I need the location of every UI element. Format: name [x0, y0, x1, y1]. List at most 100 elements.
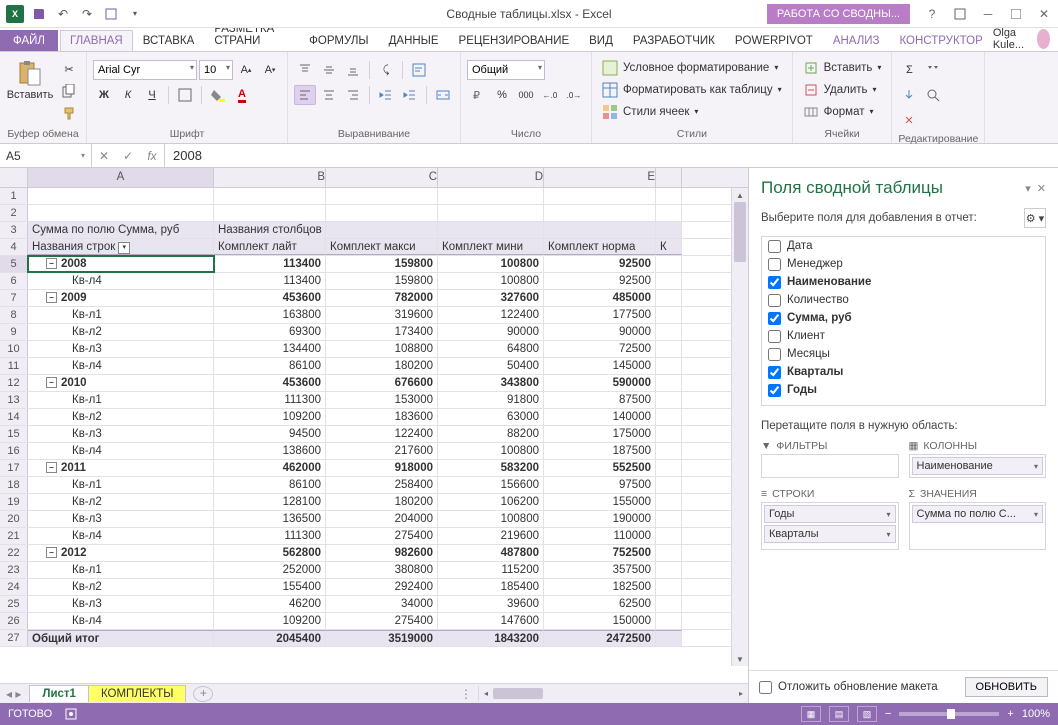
cell[interactable]: Кв-л1 [28, 392, 214, 408]
cell[interactable] [656, 341, 682, 357]
align-left-icon[interactable] [294, 85, 316, 105]
cell[interactable]: 100800 [438, 443, 544, 459]
cell[interactable] [656, 392, 682, 408]
cell[interactable]: К [656, 239, 682, 255]
redo-icon[interactable]: ↷ [78, 5, 96, 23]
sheet-tab-list1[interactable]: Лист1 [29, 685, 89, 702]
col-header-F[interactable] [656, 168, 682, 187]
cell[interactable]: 180200 [326, 358, 438, 374]
cell[interactable]: −2010 [28, 375, 214, 391]
field-item[interactable]: Наименование [762, 273, 1045, 291]
tab-file[interactable]: ФАЙЛ [0, 30, 58, 51]
field-item[interactable]: Менеджер [762, 255, 1045, 273]
cell[interactable]: Кв-л4 [28, 528, 214, 544]
row-header[interactable]: 1 [0, 188, 28, 204]
cell[interactable] [656, 205, 682, 221]
col-header-C[interactable]: C [326, 168, 438, 187]
collapse-icon[interactable]: − [46, 377, 57, 388]
chevron-down-icon[interactable]: ▾ [1034, 462, 1038, 471]
page-layout-view-icon[interactable]: ▤ [829, 706, 849, 722]
field-checkbox[interactable] [768, 294, 781, 307]
cell[interactable]: 91800 [438, 392, 544, 408]
cell[interactable]: 219600 [438, 528, 544, 544]
cell[interactable] [656, 562, 682, 578]
row-header[interactable]: 14 [0, 409, 28, 425]
ribbon-display-icon[interactable] [946, 2, 974, 26]
field-checkbox[interactable] [768, 348, 781, 361]
bold-button[interactable]: Ж [93, 85, 115, 105]
tab-developer[interactable]: РАЗРАБОТЧИК [623, 30, 725, 51]
cell[interactable]: 63000 [438, 409, 544, 425]
scroll-left-icon[interactable]: ◂ [479, 686, 493, 701]
name-box[interactable]: A5▾ [0, 144, 92, 167]
cell[interactable]: 258400 [326, 477, 438, 493]
sheet-tab-komplekty[interactable]: КОМПЛЕКТЫ [88, 685, 186, 702]
cell[interactable]: Кв-л4 [28, 443, 214, 459]
field-checkbox[interactable] [768, 276, 781, 289]
decrease-indent-icon[interactable] [375, 85, 397, 105]
find-select-icon[interactable] [922, 85, 944, 105]
row-header[interactable]: 25 [0, 596, 28, 612]
col-header-E[interactable]: E [544, 168, 656, 187]
row-header[interactable]: 12 [0, 375, 28, 391]
cell[interactable]: 64800 [438, 341, 544, 357]
cell-styles-button[interactable]: Стили ячеек▾ [598, 101, 702, 122]
qat-extra-icon[interactable] [102, 5, 120, 23]
zoom-in-icon[interactable]: + [1007, 708, 1013, 720]
cell[interactable]: 69300 [214, 324, 326, 340]
field-item[interactable]: Количество [762, 291, 1045, 309]
zoom-out-icon[interactable]: − [885, 708, 891, 720]
macro-record-icon[interactable] [64, 707, 78, 721]
sheet-nav[interactable]: ◂ ▸ [6, 687, 21, 701]
tab-design[interactable]: КОНСТРУКТОР [889, 30, 992, 51]
cell[interactable]: 34000 [326, 596, 438, 612]
cell[interactable] [656, 477, 682, 493]
cell[interactable]: 39600 [438, 596, 544, 612]
cell[interactable]: −2009 [28, 290, 214, 306]
update-button[interactable]: ОБНОВИТЬ [965, 677, 1048, 697]
cell[interactable] [438, 188, 544, 204]
cell[interactable]: 180200 [326, 494, 438, 510]
cut-icon[interactable]: ✂ [58, 59, 80, 79]
cell[interactable]: 153000 [326, 392, 438, 408]
row-header[interactable]: 17 [0, 460, 28, 476]
cell[interactable]: 86100 [214, 477, 326, 493]
enter-icon[interactable]: ✓ [116, 149, 140, 163]
fx-icon[interactable]: fx [140, 149, 164, 163]
field-item[interactable]: Годы [762, 381, 1045, 399]
cell[interactable] [326, 222, 438, 238]
cell[interactable] [326, 205, 438, 221]
cell[interactable]: 100800 [438, 511, 544, 527]
cell[interactable]: Общий итог [28, 630, 214, 646]
cell[interactable]: 50400 [438, 358, 544, 374]
pane-close-icon[interactable]: ✕ [1037, 182, 1046, 195]
cell[interactable]: Комплект мини [438, 239, 544, 255]
cell[interactable] [656, 511, 682, 527]
cell[interactable]: 92500 [544, 273, 656, 289]
cell[interactable]: Кв-л1 [28, 477, 214, 493]
cell[interactable]: 111300 [214, 528, 326, 544]
field-item[interactable]: Месяцы [762, 345, 1045, 363]
zone-field-item[interactable]: Наименование▾ [912, 457, 1044, 475]
cancel-icon[interactable]: ✕ [92, 149, 116, 163]
cell[interactable]: 552500 [544, 460, 656, 476]
tab-split-icon[interactable]: ⋮ [454, 687, 478, 701]
align-bottom-icon[interactable] [342, 60, 364, 80]
cell[interactable] [544, 205, 656, 221]
row-header[interactable]: 2 [0, 205, 28, 221]
cell[interactable] [28, 205, 214, 221]
cell[interactable]: 156600 [438, 477, 544, 493]
row-header[interactable]: 15 [0, 426, 28, 442]
cell[interactable] [214, 188, 326, 204]
tab-powerpivot[interactable]: POWERPIVOT [725, 30, 823, 51]
collapse-icon[interactable]: − [46, 547, 57, 558]
cell[interactable]: 90000 [438, 324, 544, 340]
cell[interactable]: Сумма по полю Сумма, руб [28, 222, 214, 238]
cell[interactable]: 562800 [214, 545, 326, 561]
cell[interactable]: Кв-л2 [28, 324, 214, 340]
cell[interactable]: 72500 [544, 341, 656, 357]
row-header[interactable]: 27 [0, 630, 28, 646]
cell[interactable] [544, 188, 656, 204]
collapse-icon[interactable]: − [46, 292, 57, 303]
cell[interactable] [326, 188, 438, 204]
